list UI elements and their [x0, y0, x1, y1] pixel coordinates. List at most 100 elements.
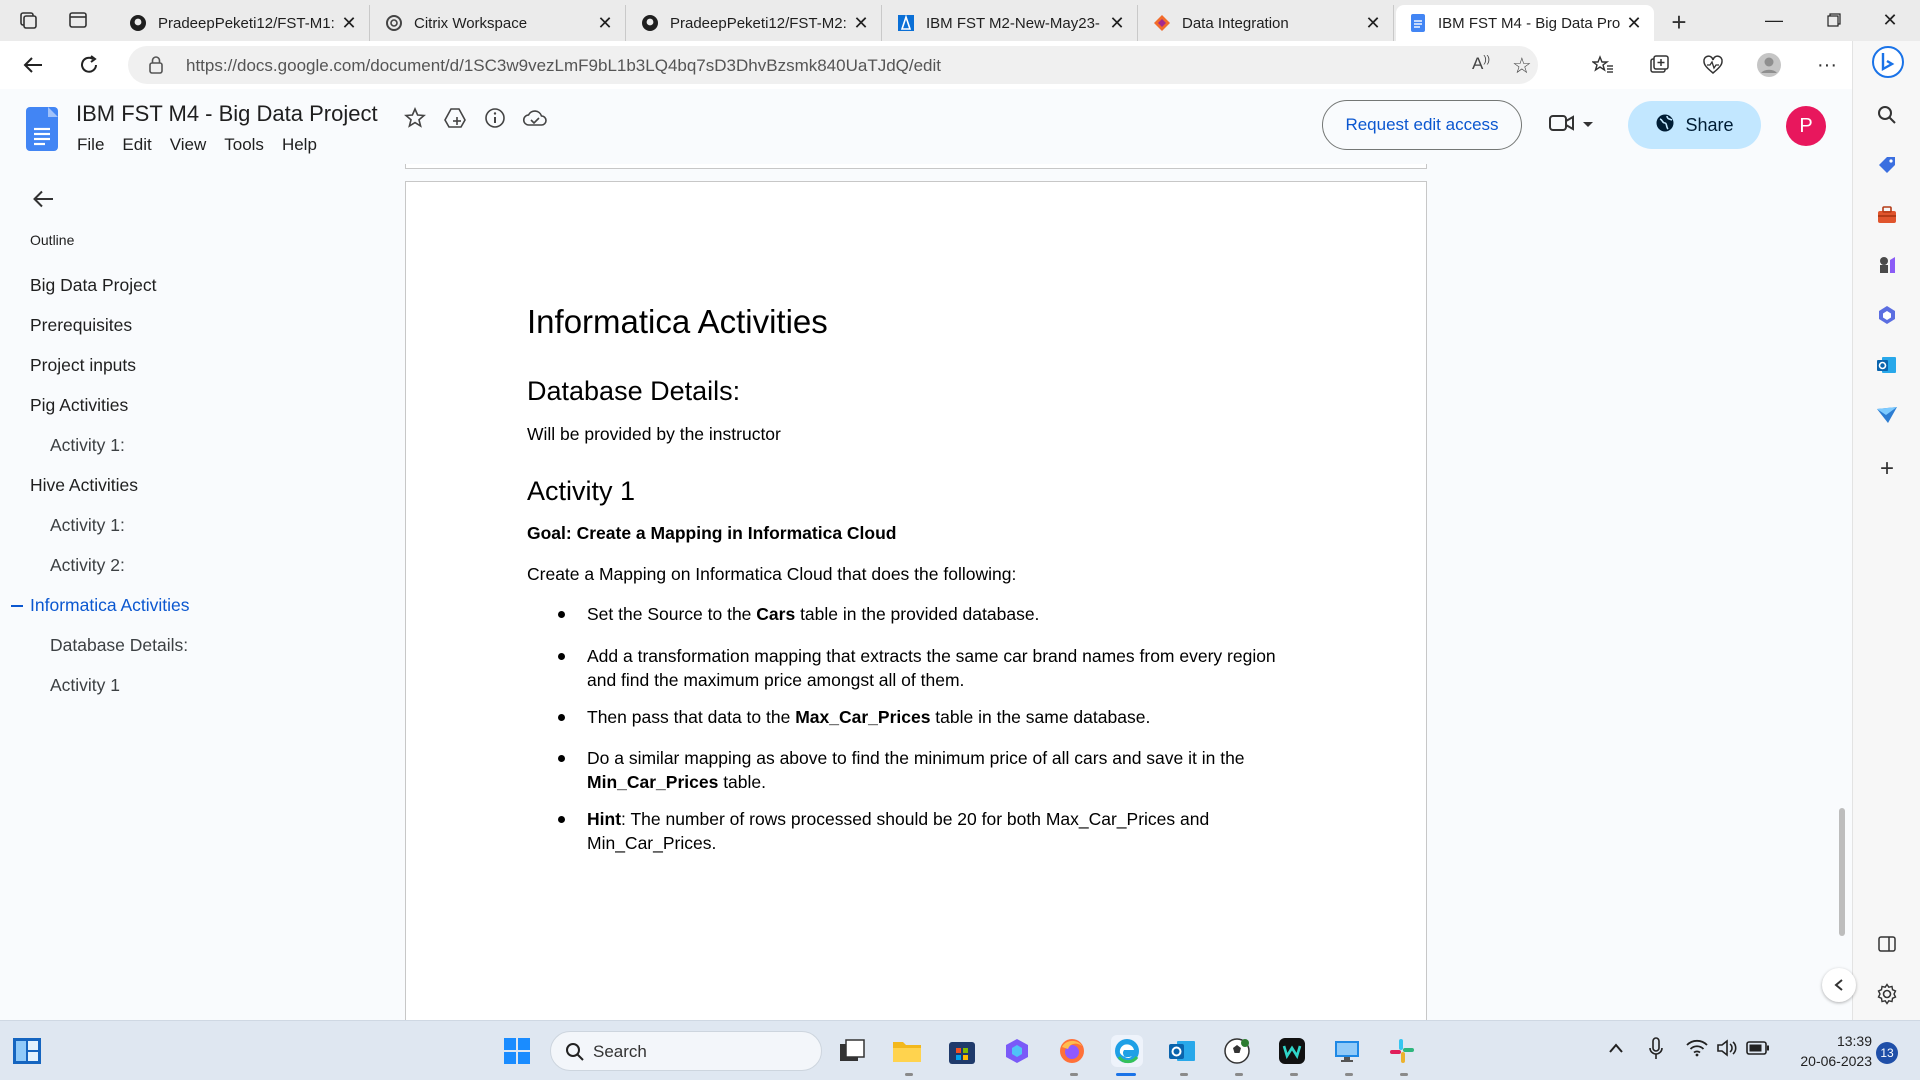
outline-item-selected[interactable]: Informatica Activities — [30, 595, 190, 616]
battery-icon[interactable] — [1746, 1041, 1770, 1060]
read-aloud-icon[interactable]: A)) — [1472, 54, 1490, 74]
restore-icon[interactable] — [1806, 0, 1862, 40]
tab-google-docs[interactable]: IBM FST M4 - Big Data Pro ✕ — [1396, 5, 1654, 41]
outline-item[interactable]: Hive Activities — [30, 475, 138, 496]
heading-informatica-activities: Informatica Activities — [527, 303, 828, 340]
tools-briefcase-icon[interactable] — [1873, 201, 1901, 229]
shopping-tag-icon[interactable] — [1873, 151, 1901, 179]
tab-citrix[interactable]: Citrix Workspace ✕ — [372, 5, 626, 41]
firefox-icon[interactable] — [1056, 1035, 1088, 1067]
outline-heading: Outline — [30, 232, 75, 248]
tab-label: Data Integration — [1182, 14, 1289, 32]
outline-item[interactable]: Big Data Project — [30, 275, 156, 296]
file-explorer-icon[interactable] — [891, 1035, 923, 1067]
outline-item[interactable]: Database Details: — [50, 635, 188, 656]
windows-taskbar: Search 13:39 20-06-2023 13 — [0, 1020, 1920, 1080]
collections-icon[interactable] — [1644, 51, 1674, 79]
bullet-dot — [558, 714, 565, 721]
meet-button[interactable] — [1548, 109, 1604, 141]
remote-desktop-icon[interactable] — [1331, 1035, 1363, 1067]
slack-icon[interactable] — [1386, 1035, 1418, 1067]
outline-item[interactable]: Pig Activities — [30, 395, 128, 416]
outline-item[interactable]: Activity 1: — [50, 515, 125, 536]
send-drop-icon[interactable] — [1873, 401, 1901, 429]
lock-icon[interactable] — [148, 55, 164, 80]
close-icon[interactable]: ✕ — [1626, 13, 1642, 34]
share-button[interactable]: Share — [1628, 101, 1761, 149]
outline-item[interactable]: Activity 1 — [50, 675, 120, 696]
info-icon[interactable] — [482, 105, 508, 131]
menu-tools[interactable]: Tools — [224, 135, 264, 155]
outline-item[interactable]: Prerequisites — [30, 315, 132, 336]
chevron-up-icon[interactable] — [1608, 1041, 1624, 1059]
more-options-icon[interactable]: ··· — [1812, 51, 1842, 79]
microsoft-365-icon[interactable] — [1873, 301, 1901, 329]
wifi-icon[interactable] — [1686, 1039, 1708, 1062]
bing-copilot-icon[interactable] — [1871, 45, 1905, 79]
menu-edit[interactable]: Edit — [122, 135, 151, 155]
games-chess-icon[interactable] — [1873, 251, 1901, 279]
outlook-icon[interactable] — [1873, 351, 1901, 379]
favorite-star-icon[interactable]: ☆ — [1512, 53, 1532, 79]
webex-icon[interactable] — [1276, 1035, 1308, 1067]
profile-avatar-icon[interactable] — [1754, 51, 1784, 79]
search-icon[interactable] — [1873, 101, 1901, 129]
url-field[interactable]: https://docs.google.com/document/d/1SC3w… — [128, 46, 1538, 84]
soccer-ball-app-icon[interactable] — [1221, 1035, 1253, 1067]
github-icon — [128, 13, 148, 33]
taskbar-search[interactable]: Search — [550, 1031, 822, 1071]
close-icon[interactable]: ✕ — [1365, 13, 1381, 34]
add-sidebar-app-icon[interactable]: + — [1873, 455, 1901, 483]
close-icon[interactable]: ✕ — [341, 13, 357, 34]
request-edit-access-button[interactable]: Request edit access — [1322, 100, 1522, 150]
windows-start-icon[interactable] — [501, 1035, 533, 1067]
outlook-app-icon[interactable] — [1166, 1035, 1198, 1067]
outline-item[interactable]: Project inputs — [30, 355, 136, 376]
tab-actions-icon[interactable] — [66, 8, 90, 32]
back-arrow-icon[interactable] — [28, 184, 58, 214]
microsoft-store-icon[interactable] — [946, 1035, 978, 1067]
menu-file[interactable]: File — [77, 135, 104, 155]
tab-azure[interactable]: IBM FST M2-New-May23- ✕ — [884, 5, 1138, 41]
citrix-icon — [384, 13, 404, 33]
document-title[interactable]: IBM FST M4 - Big Data Project — [76, 101, 378, 127]
outline-item[interactable]: Activity 1: — [50, 435, 125, 456]
cloud-saved-icon[interactable] — [522, 105, 548, 131]
browser-essentials-icon[interactable] — [1698, 51, 1728, 79]
close-icon[interactable]: ✕ — [597, 13, 613, 34]
star-icon[interactable] — [402, 105, 428, 131]
document-page[interactable]: Informatica Activities Database Details:… — [405, 181, 1427, 1041]
notification-badge[interactable]: 13 — [1876, 1042, 1898, 1064]
microphone-icon[interactable] — [1648, 1037, 1664, 1066]
system-clock[interactable]: 13:39 20-06-2023 — [1772, 1031, 1872, 1071]
outline-item[interactable]: Activity 2: — [50, 555, 125, 576]
collapse-side-panel-button[interactable] — [1822, 968, 1856, 1002]
refresh-icon[interactable] — [74, 51, 104, 79]
close-icon[interactable]: ✕ — [1109, 13, 1125, 34]
close-icon[interactable]: ✕ — [853, 13, 869, 34]
copilot-app-icon[interactable] — [1001, 1035, 1033, 1067]
google-docs-logo-icon[interactable] — [26, 107, 58, 151]
user-avatar[interactable]: P — [1786, 106, 1826, 146]
minimize-icon[interactable]: — — [1746, 0, 1802, 40]
tab-github-m1[interactable]: PradeepPeketi12/FST-M1: ✕ — [116, 5, 370, 41]
widgets-icon[interactable] — [12, 1037, 42, 1065]
new-tab-icon[interactable]: + — [1664, 7, 1694, 37]
task-view-icon[interactable] — [836, 1035, 868, 1067]
settings-gear-icon[interactable] — [1873, 980, 1901, 1008]
tab-github-m2[interactable]: PradeepPeketi12/FST-M2: ✕ — [628, 5, 882, 41]
workspaces-icon[interactable] — [16, 8, 40, 32]
hide-sidebar-icon[interactable] — [1873, 930, 1901, 958]
video-camera-icon — [1548, 112, 1576, 139]
menu-help[interactable]: Help — [282, 135, 317, 155]
move-to-drive-icon[interactable] — [442, 105, 468, 131]
window-close-icon[interactable]: ✕ — [1862, 0, 1918, 40]
menu-view[interactable]: View — [170, 135, 207, 155]
back-icon[interactable] — [18, 51, 48, 79]
heading-database-details: Database Details: — [527, 376, 741, 406]
favorites-icon[interactable] — [1588, 51, 1618, 79]
vertical-scrollbar[interactable] — [1839, 808, 1845, 936]
volume-icon[interactable] — [1716, 1039, 1738, 1062]
tab-data-integration[interactable]: Data Integration ✕ — [1140, 5, 1394, 41]
edge-browser-icon[interactable] — [1111, 1035, 1143, 1067]
